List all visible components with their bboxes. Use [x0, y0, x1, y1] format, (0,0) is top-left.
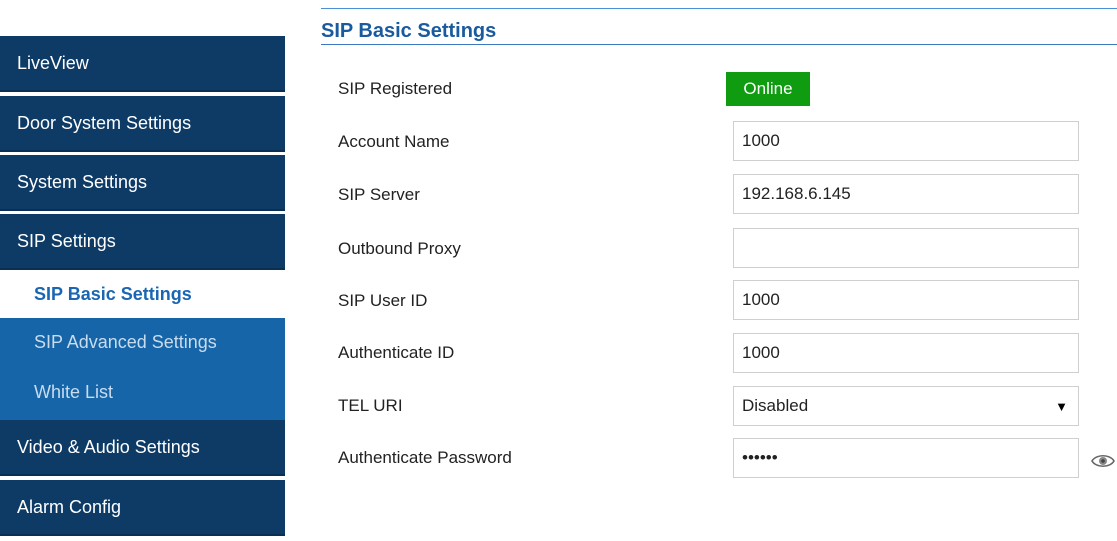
sip-server-field[interactable] [733, 174, 1079, 214]
sidebar-item-video-audio-settings[interactable]: Video & Audio Settings [0, 420, 285, 476]
outbound-proxy-field[interactable] [733, 228, 1079, 268]
sidebar-item-alarm-config[interactable]: Alarm Config [0, 480, 285, 536]
sidebar-item-label: Video & Audio Settings [17, 436, 200, 457]
sidebar-subitem-sip-basic-settings[interactable]: SIP Basic Settings [0, 270, 285, 318]
account-name-field[interactable] [733, 121, 1079, 161]
title-divider [321, 44, 1117, 45]
top-divider [321, 8, 1117, 9]
authenticate-password-label: Authenticate Password [338, 448, 512, 467]
sidebar-subitem-label: SIP Basic Settings [34, 283, 192, 304]
sidebar-item-label: Door System Settings [17, 112, 192, 133]
authenticate-id-label: Authenticate ID [338, 343, 455, 362]
dropdown-caret-icon: ▼ [1055, 398, 1068, 414]
sidebar-item-sip-settings[interactable]: SIP Settings [0, 214, 285, 270]
main-content: SIP Basic Settings SIP Registered Online… [285, 0, 1117, 541]
sidebar-item-label: SIP Settings [17, 230, 116, 251]
account-name-label: Account Name [338, 132, 450, 151]
eye-icon[interactable] [1091, 451, 1115, 471]
sidebar-subitem-sip-advanced-settings[interactable]: SIP Advanced Settings [0, 318, 285, 366]
page-title: SIP Basic Settings [321, 20, 497, 42]
sidebar-item-liveview[interactable]: LiveView [0, 36, 285, 92]
sidebar-item-system-settings[interactable]: System Settings [0, 155, 285, 211]
sip-settings-submenu: SIP Basic Settings SIP Advanced Settings… [0, 270, 285, 420]
sidebar-item-label: Alarm Config [17, 496, 122, 517]
sip-registered-label: SIP Registered [338, 79, 453, 98]
sidebar-top-spacer [0, 0, 285, 36]
tel-uri-label: TEL URI [338, 396, 403, 415]
authenticate-password-field[interactable] [733, 438, 1079, 478]
sidebar-subitem-label: White List [34, 381, 114, 402]
sidebar-item-label: System Settings [17, 171, 148, 192]
authenticate-id-field[interactable] [733, 333, 1079, 373]
sip-user-id-label: SIP User ID [338, 291, 428, 310]
sidebar-subitem-white-list[interactable]: White List [0, 368, 285, 416]
sidebar-item-label: LiveView [17, 52, 89, 73]
tel-uri-selected-value: Disabled [742, 396, 809, 415]
sip-user-id-field[interactable] [733, 280, 1079, 320]
sip-server-label: SIP Server [338, 185, 420, 204]
status-badge: Online [726, 72, 810, 106]
sidebar-item-door-system-settings[interactable]: Door System Settings [0, 96, 285, 152]
sidebar: LiveView Door System Settings System Set… [0, 0, 285, 541]
outbound-proxy-label: Outbound Proxy [338, 239, 461, 258]
sidebar-subitem-label: SIP Advanced Settings [34, 331, 217, 352]
tel-uri-select[interactable]: Disabled ▼ [733, 386, 1079, 426]
